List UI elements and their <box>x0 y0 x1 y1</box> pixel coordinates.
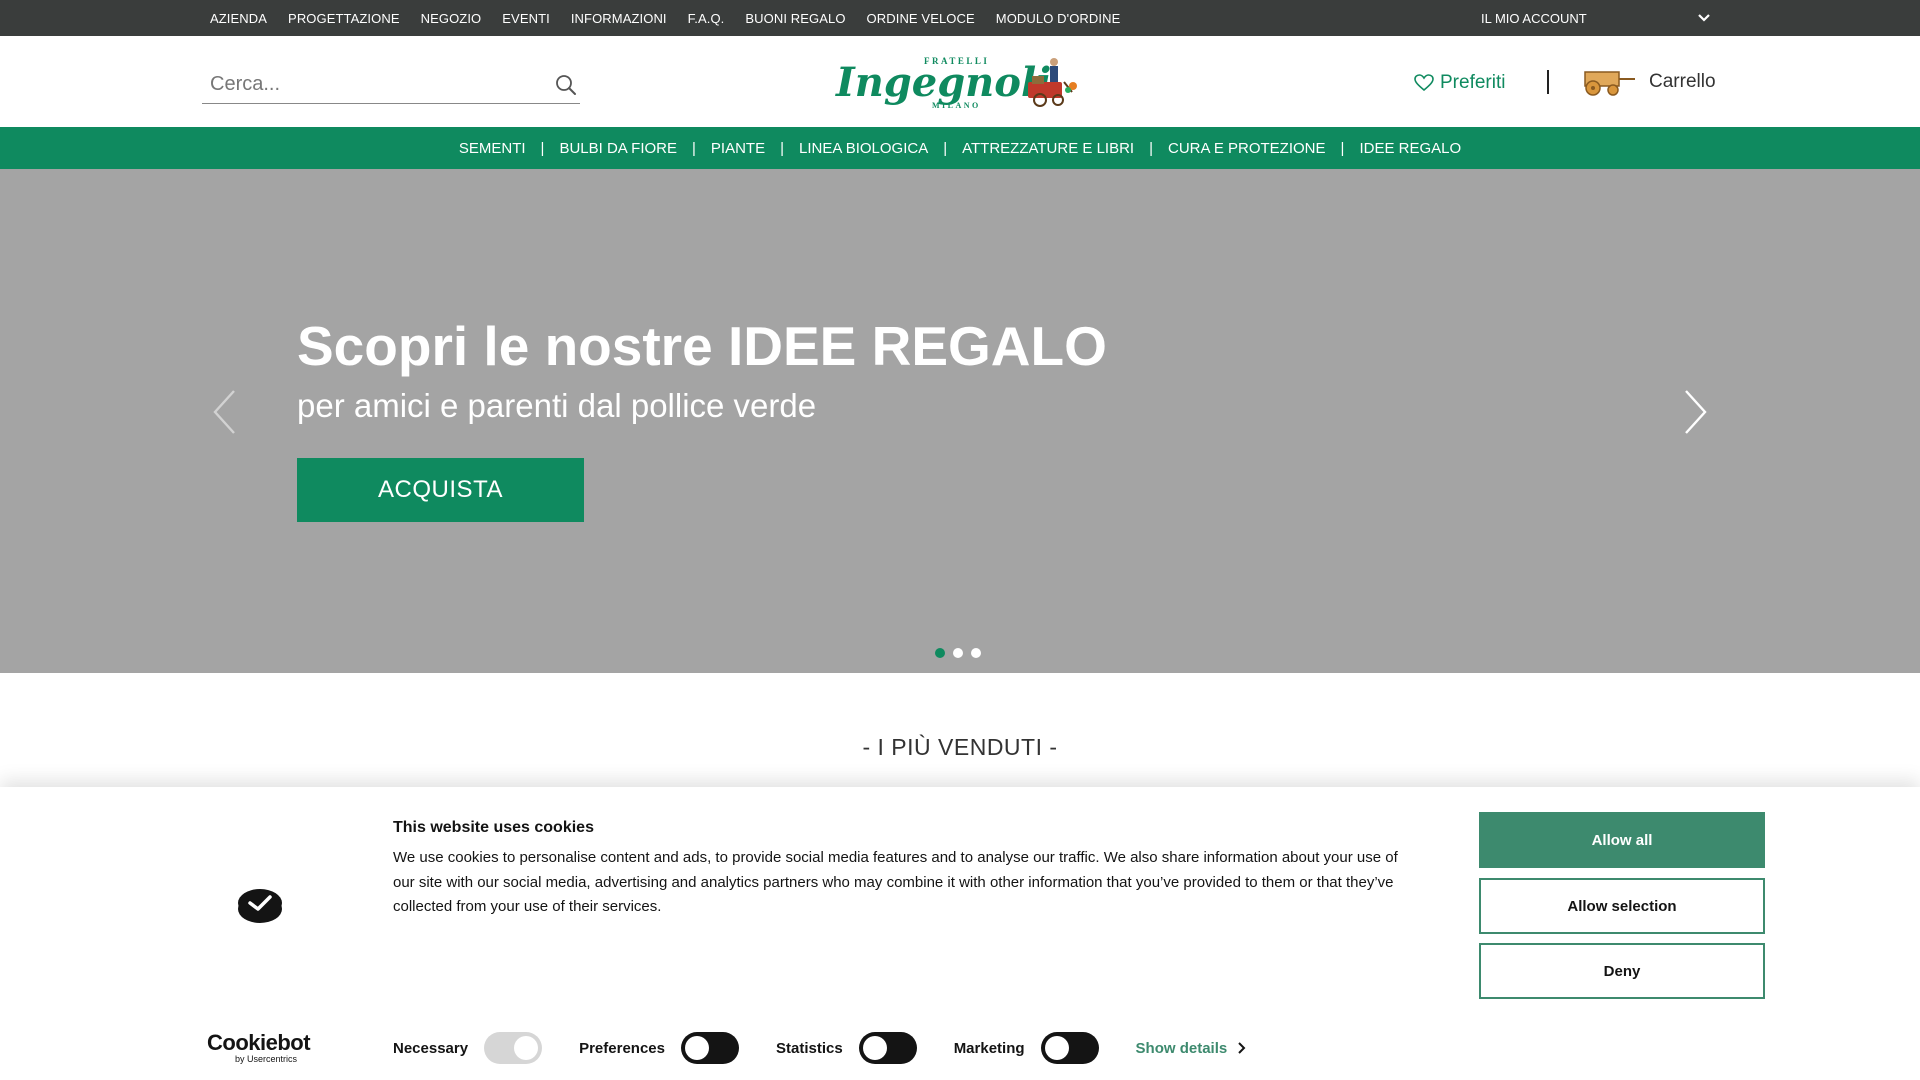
cookiebot-brand-sub: by Usercentrics <box>235 1054 298 1064</box>
nav-item-cura-e-protezione[interactable]: CURA E PROTEZIONE <box>1168 140 1326 157</box>
switch-knob <box>514 1036 539 1060</box>
toggle-statistics: Statistics <box>776 1032 917 1064</box>
slider-dot-3[interactable] <box>971 648 981 658</box>
slider-dot-1[interactable] <box>935 648 945 658</box>
account-label: IL MIO ACCOUNT <box>1481 10 1587 26</box>
toggle-label-statistics: Statistics <box>775 1039 843 1057</box>
cart-link[interactable]: Carrello <box>1581 64 1716 100</box>
nav-item-idee-regalo[interactable]: IDEE REGALO <box>1359 140 1461 157</box>
site-header: FRATELLI Ingegnoli MILANO Preferiti <box>0 36 1920 127</box>
cart-label: Carrello <box>1649 71 1716 92</box>
toggle-preferences: Preferences <box>579 1032 739 1064</box>
nav-separator: | <box>1340 139 1345 157</box>
category-nav: SEMENTI | BULBI DA FIORE | PIANTE | LINE… <box>0 127 1920 169</box>
logo-bottom-text: MILANO <box>932 101 981 110</box>
top-link-faq[interactable]: F.A.Q. <box>688 11 725 26</box>
toggle-label-necessary: Necessary <box>393 1039 469 1057</box>
switch-knob <box>862 1036 887 1060</box>
cookie-body: We use cookies to personalise content an… <box>393 849 1398 915</box>
nav-item-piante[interactable]: PIANTE <box>711 140 765 157</box>
allow-all-button[interactable]: Allow all <box>1479 812 1765 868</box>
nav-separator: | <box>540 139 545 157</box>
preferences-switch[interactable] <box>680 1032 739 1064</box>
marketing-switch[interactable] <box>1040 1032 1099 1064</box>
hero-title: Scopri le nostre IDEE REGALO <box>297 315 1107 377</box>
hero-subtitle: per amici e parenti dal pollice verde <box>297 387 817 424</box>
slider-dot-2[interactable] <box>953 648 963 658</box>
top-link-progettazione[interactable]: PROGETTAZIONE <box>288 11 400 26</box>
top-link-eventi[interactable]: EVENTI <box>502 11 550 26</box>
nav-item-attrezzature-e-libri[interactable]: ATTREZZATURE E LIBRI <box>962 140 1134 157</box>
top-link-azienda[interactable]: AZIENDA <box>210 11 267 26</box>
nav-separator: | <box>692 139 696 157</box>
account-menu[interactable]: IL MIO ACCOUNT <box>1481 0 1711 36</box>
favorites-link[interactable]: Preferiti <box>1414 68 1505 98</box>
toggle-label-marketing: Marketing <box>953 1039 1025 1057</box>
chevron-down-icon <box>1697 11 1711 25</box>
nav-item-bulbi-da-fiore[interactable]: BULBI DA FIORE <box>559 140 677 157</box>
top-links: AZIENDA PROGETTAZIONE NEGOZIO EVENTI INF… <box>210 0 1141 36</box>
search-icon[interactable] <box>554 73 578 97</box>
switch-knob <box>1044 1036 1069 1060</box>
toggle-marketing: Marketing <box>954 1032 1099 1064</box>
top-utility-bar: AZIENDA PROGETTAZIONE NEGOZIO EVENTI INF… <box>0 0 1920 36</box>
chevron-right-icon <box>1238 1042 1246 1054</box>
bestsellers-title: - I PIÙ VENDUTI - <box>862 734 1058 760</box>
top-link-informazioni[interactable]: INFORMAZIONI <box>571 11 667 26</box>
cookie-check-icon <box>236 887 284 925</box>
header-divider <box>1547 70 1549 94</box>
search-input[interactable] <box>202 66 532 102</box>
cart-wagon-icon <box>1584 71 1635 96</box>
logo-script-text: Ingegnoli <box>835 59 1051 106</box>
top-link-negozio[interactable]: NEGOZIO <box>421 11 482 26</box>
top-link-ordine-veloce[interactable]: ORDINE VELOCE <box>867 11 975 26</box>
hero-cta-button[interactable]: ACQUISTA <box>297 458 584 522</box>
allow-selection-button[interactable]: Allow selection <box>1479 878 1765 934</box>
show-details-link[interactable]: Show details <box>1136 1040 1248 1057</box>
toggle-necessary: Necessary <box>393 1032 543 1064</box>
nav-separator: | <box>1149 139 1153 157</box>
top-link-buoni-regalo[interactable]: BUONI REGALO <box>745 11 845 26</box>
hero-slider: Scopri le nostre IDEE REGALO per amici e… <box>0 169 1920 673</box>
statistics-switch[interactable] <box>858 1032 917 1064</box>
cookiebot-brand-name: Cookiebot <box>207 1030 311 1055</box>
heart-icon <box>1414 74 1434 92</box>
deny-button[interactable]: Deny <box>1479 943 1765 999</box>
nav-item-linea-biologica[interactable]: LINEA BIOLOGICA <box>799 140 928 157</box>
search-bar <box>202 66 580 104</box>
chevron-left-icon[interactable] <box>209 387 239 437</box>
show-details-label: Show details <box>1135 1039 1228 1057</box>
cookie-banner: This website uses cookies We use cookies… <box>0 787 1920 1080</box>
consent-toggles: Necessary Preferences Statistics Marketi… <box>393 1031 1247 1065</box>
nav-item-sementi[interactable]: SEMENTI <box>459 140 526 157</box>
chevron-right-icon[interactable] <box>1681 387 1711 437</box>
nav-separator: | <box>780 139 784 157</box>
site-logo[interactable]: FRATELLI Ingegnoli MILANO <box>832 52 1088 110</box>
top-link-modulo-ordine[interactable]: MODULO D'ORDINE <box>996 11 1121 26</box>
necessary-switch <box>484 1032 543 1064</box>
nav-separator: | <box>943 139 948 157</box>
cookie-title: This website uses cookies <box>393 819 594 836</box>
toggle-label-preferences: Preferences <box>579 1039 665 1057</box>
slider-dots <box>935 648 989 658</box>
favorites-label: Preferiti <box>1440 72 1506 93</box>
cookiebot-logo[interactable]: Cookiebot by Usercentrics <box>207 1030 313 1065</box>
switch-knob <box>684 1036 709 1060</box>
